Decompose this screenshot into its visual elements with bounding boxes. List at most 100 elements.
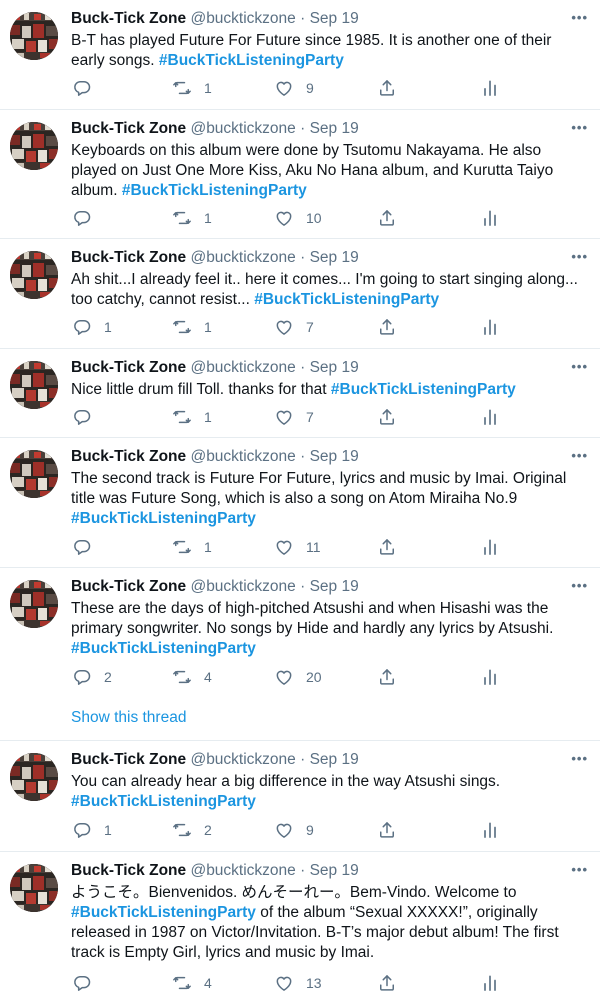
reply-icon: [72, 973, 92, 993]
author-name[interactable]: Buck-Tick Zone: [71, 448, 186, 465]
retweet-button[interactable]: 1: [172, 536, 212, 558]
more-options-icon[interactable]: •••: [571, 749, 588, 771]
tweet[interactable]: Buck-Tick Zone @bucktickzone · Sep 19 •••…: [0, 568, 600, 741]
hashtag-link[interactable]: #BuckTickListeningParty: [122, 182, 307, 199]
analytics-icon: [480, 317, 500, 337]
author-handle[interactable]: @bucktickzone: [190, 448, 295, 465]
reply-button[interactable]: [72, 972, 104, 994]
author-name[interactable]: Buck-Tick Zone: [71, 359, 186, 376]
tweet[interactable]: Buck-Tick Zone @bucktickzone · Sep 19 •••…: [0, 852, 600, 1000]
author-name[interactable]: Buck-Tick Zone: [71, 120, 186, 137]
tweet[interactable]: Buck-Tick Zone @bucktickzone · Sep 19 •••…: [0, 0, 600, 110]
more-options-icon[interactable]: •••: [571, 576, 588, 598]
reply-button[interactable]: 1: [72, 316, 112, 338]
reply-button[interactable]: 2: [72, 666, 112, 688]
hashtag-link[interactable]: #BuckTickListeningParty: [71, 904, 256, 921]
reply-button[interactable]: [72, 406, 104, 428]
share-button[interactable]: [377, 207, 397, 229]
analytics-button[interactable]: [480, 77, 500, 99]
tweet-date[interactable]: Sep 19: [310, 10, 359, 27]
avatar[interactable]: [10, 753, 58, 801]
more-options-icon[interactable]: •••: [571, 860, 588, 882]
author-handle[interactable]: @bucktickzone: [190, 120, 295, 137]
hashtag-link[interactable]: #BuckTickListeningParty: [331, 381, 516, 398]
retweet-button[interactable]: 1: [172, 77, 212, 99]
reply-button[interactable]: 1: [72, 819, 112, 841]
like-button[interactable]: 11: [274, 536, 321, 558]
avatar[interactable]: [10, 864, 58, 912]
author-name[interactable]: Buck-Tick Zone: [71, 249, 186, 266]
author-handle[interactable]: @bucktickzone: [190, 578, 295, 595]
more-options-icon[interactable]: •••: [571, 357, 588, 379]
share-button[interactable]: [377, 536, 397, 558]
like-button[interactable]: 10: [274, 207, 322, 229]
author-name[interactable]: Buck-Tick Zone: [71, 862, 186, 879]
hashtag-link[interactable]: #BuckTickListeningParty: [159, 52, 344, 69]
tweet-date[interactable]: Sep 19: [310, 578, 359, 595]
share-button[interactable]: [377, 316, 397, 338]
hashtag-link[interactable]: #BuckTickListeningParty: [71, 640, 256, 657]
share-button[interactable]: [377, 77, 397, 99]
tweet[interactable]: Buck-Tick Zone @bucktickzone · Sep 19 •••…: [0, 110, 600, 239]
author-handle[interactable]: @bucktickzone: [190, 359, 295, 376]
like-button[interactable]: 20: [274, 666, 322, 688]
show-thread-link[interactable]: Show this thread: [71, 708, 186, 728]
avatar[interactable]: [10, 122, 58, 170]
hashtag-link[interactable]: #BuckTickListeningParty: [254, 291, 439, 308]
share-button[interactable]: [377, 972, 397, 994]
tweet-date[interactable]: Sep 19: [310, 120, 359, 137]
tweet[interactable]: Buck-Tick Zone @bucktickzone · Sep 19 •••…: [0, 741, 600, 852]
tweet-date[interactable]: Sep 19: [310, 448, 359, 465]
tweet-date[interactable]: Sep 19: [310, 249, 359, 266]
analytics-button[interactable]: [480, 207, 500, 229]
hashtag-link[interactable]: #BuckTickListeningParty: [71, 793, 256, 810]
author-handle[interactable]: @bucktickzone: [190, 10, 295, 27]
analytics-button[interactable]: [480, 666, 500, 688]
avatar[interactable]: [10, 12, 58, 60]
tweet-date[interactable]: Sep 19: [310, 359, 359, 376]
reply-button[interactable]: [72, 536, 104, 558]
like-button[interactable]: 9: [274, 77, 314, 99]
reply-button[interactable]: [72, 207, 104, 229]
analytics-button[interactable]: [480, 406, 500, 428]
more-options-icon[interactable]: •••: [571, 446, 588, 468]
avatar[interactable]: [10, 450, 58, 498]
author-handle[interactable]: @bucktickzone: [190, 862, 295, 879]
avatar[interactable]: [10, 361, 58, 409]
retweet-button[interactable]: 4: [172, 666, 212, 688]
reply-button[interactable]: [72, 77, 104, 99]
analytics-button[interactable]: [480, 536, 500, 558]
author-handle[interactable]: @bucktickzone: [190, 751, 295, 768]
retweet-button[interactable]: 2: [172, 819, 212, 841]
retweet-button[interactable]: 4: [172, 972, 212, 994]
tweet-date[interactable]: Sep 19: [310, 862, 359, 879]
like-button[interactable]: 13: [274, 972, 322, 994]
analytics-button[interactable]: [480, 316, 500, 338]
tweet-date[interactable]: Sep 19: [310, 751, 359, 768]
more-options-icon[interactable]: •••: [571, 118, 588, 140]
analytics-button[interactable]: [480, 972, 500, 994]
share-button[interactable]: [377, 666, 397, 688]
like-button[interactable]: 7: [274, 316, 314, 338]
avatar[interactable]: [10, 580, 58, 628]
avatar[interactable]: [10, 251, 58, 299]
tweet[interactable]: Buck-Tick Zone @bucktickzone · Sep 19 •••…: [0, 349, 600, 438]
like-button[interactable]: 9: [274, 819, 314, 841]
like-button[interactable]: 7: [274, 406, 314, 428]
more-options-icon[interactable]: •••: [571, 8, 588, 30]
retweet-button[interactable]: 1: [172, 207, 212, 229]
hashtag-link[interactable]: #BuckTickListeningParty: [71, 510, 256, 527]
author-name[interactable]: Buck-Tick Zone: [71, 751, 186, 768]
author-handle[interactable]: @bucktickzone: [190, 249, 295, 266]
share-button[interactable]: [377, 819, 397, 841]
tweet[interactable]: Buck-Tick Zone @bucktickzone · Sep 19 •••…: [0, 438, 600, 568]
analytics-button[interactable]: [480, 819, 500, 841]
retweet-button[interactable]: 1: [172, 406, 212, 428]
share-button[interactable]: [377, 406, 397, 428]
author-name[interactable]: Buck-Tick Zone: [71, 10, 186, 27]
retweet-button[interactable]: 1: [172, 316, 212, 338]
more-options-icon[interactable]: •••: [571, 247, 588, 269]
analytics-icon: [480, 973, 500, 993]
tweet[interactable]: Buck-Tick Zone @bucktickzone · Sep 19 •••…: [0, 239, 600, 349]
author-name[interactable]: Buck-Tick Zone: [71, 578, 186, 595]
